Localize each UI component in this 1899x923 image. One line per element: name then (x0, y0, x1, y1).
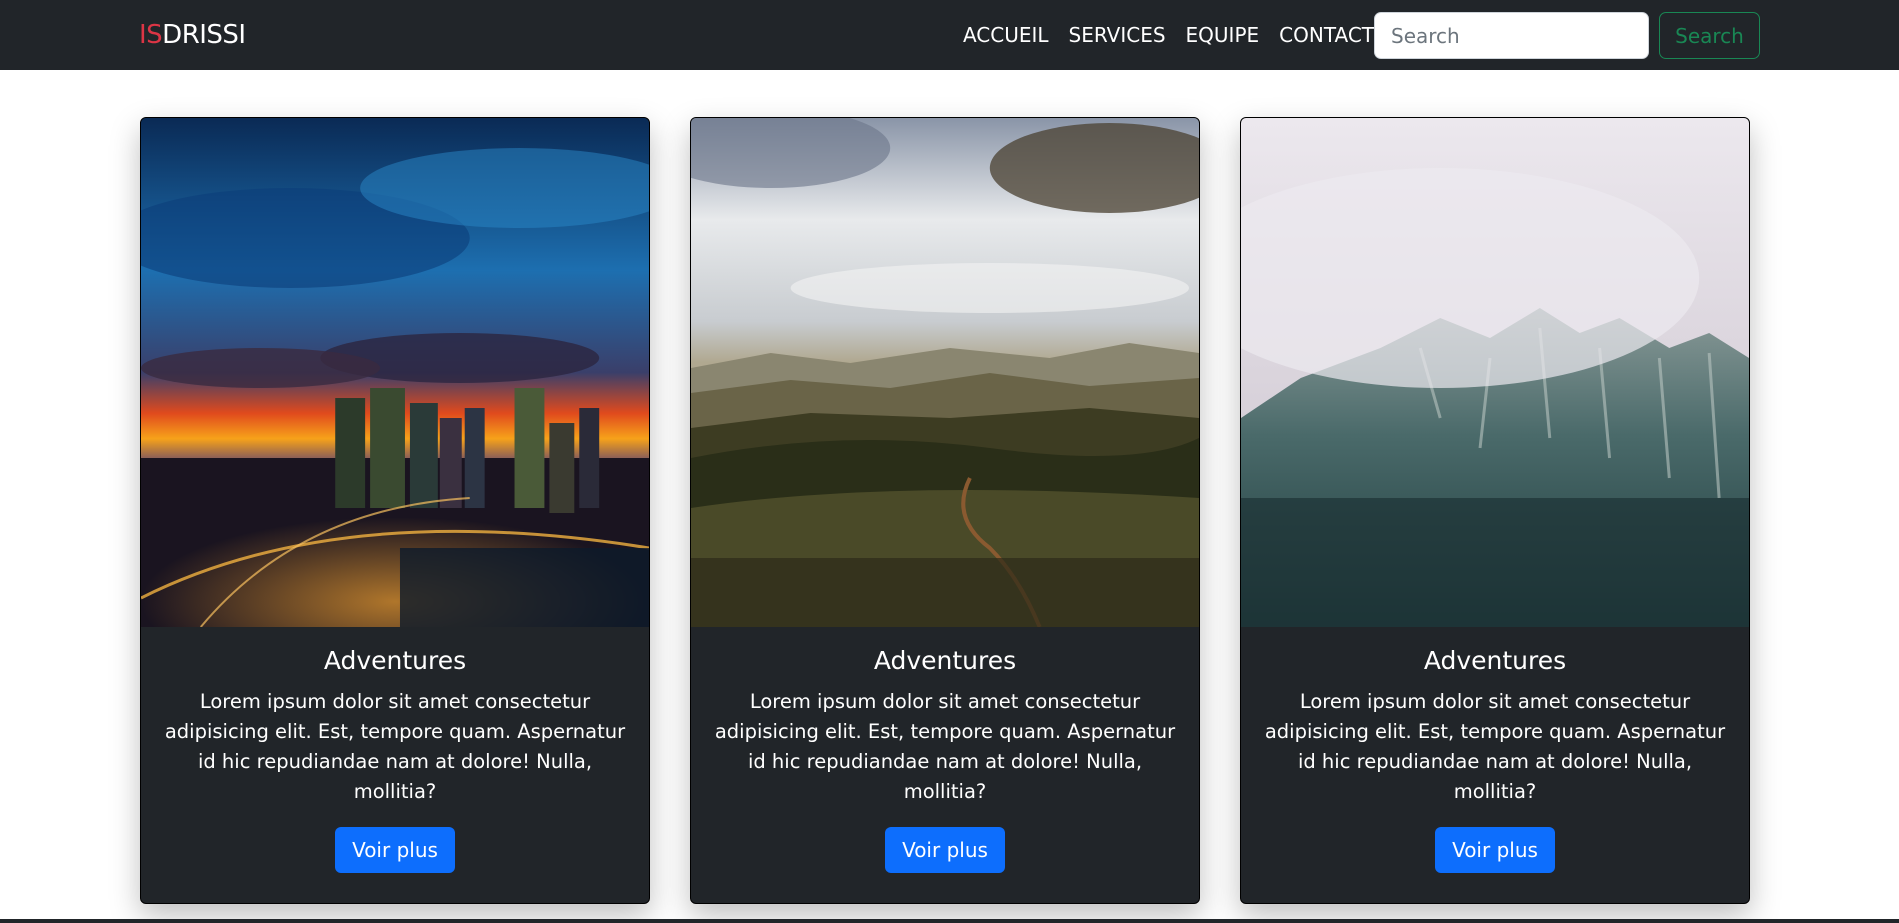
brand-logo[interactable]: ISDRISSI (139, 18, 246, 52)
card: Adventures Lorem ipsum dolor sit amet co… (690, 117, 1200, 904)
nav-link-equipe[interactable]: EQUIPE (1186, 20, 1260, 50)
bottom-strip (0, 919, 1899, 923)
nav-link-services[interactable]: SERVICES (1069, 20, 1166, 50)
card-title: Adventures (323, 646, 467, 675)
valley-landscape-image (691, 118, 1199, 627)
card-body: Adventures Lorem ipsum dolor sit amet co… (691, 627, 1199, 903)
card-title: Adventures (1423, 646, 1567, 675)
card-image-misty-mountain (1241, 118, 1749, 627)
voir-plus-button[interactable]: Voir plus (335, 827, 455, 873)
navbar: ISDRISSI ACCUEIL SERVICES EQUIPE CONTACT… (0, 0, 1899, 70)
brand-accent: IS (139, 20, 163, 50)
card-grid: Adventures Lorem ipsum dolor sit amet co… (140, 117, 1750, 904)
card: Adventures Lorem ipsum dolor sit amet co… (1240, 117, 1750, 904)
card-text: Lorem ipsum dolor sit amet consectetur a… (1264, 690, 1726, 803)
city-skyline-image (141, 118, 649, 627)
card-image-city-skyline (141, 118, 649, 627)
misty-mountain-image (1241, 118, 1749, 627)
card-title: Adventures (873, 646, 1017, 675)
card-body: Adventures Lorem ipsum dolor sit amet co… (141, 627, 649, 903)
search-input[interactable] (1374, 12, 1649, 59)
brand-name: DRISSI (162, 20, 246, 50)
nav-links: ACCUEIL SERVICES EQUIPE CONTACT (963, 20, 1374, 50)
card-body: Adventures Lorem ipsum dolor sit amet co… (1241, 627, 1749, 903)
card-image-valley (691, 118, 1199, 627)
nav-link-accueil[interactable]: ACCUEIL (963, 20, 1049, 50)
nav-link-contact[interactable]: CONTACT (1279, 20, 1374, 50)
card-text: Lorem ipsum dolor sit amet consectetur a… (714, 690, 1176, 803)
card: Adventures Lorem ipsum dolor sit amet co… (140, 117, 650, 904)
card-text: Lorem ipsum dolor sit amet consectetur a… (164, 690, 626, 803)
search-button[interactable]: Search (1659, 12, 1760, 59)
voir-plus-button[interactable]: Voir plus (1435, 827, 1555, 873)
voir-plus-button[interactable]: Voir plus (885, 827, 1005, 873)
